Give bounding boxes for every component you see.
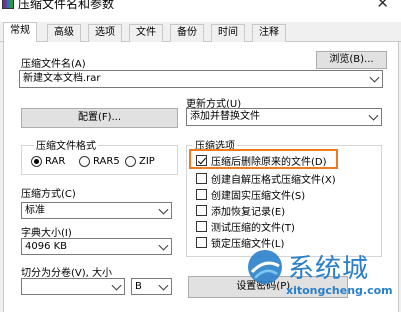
tab-general[interactable]: 常规 bbox=[3, 22, 37, 43]
watermark-name: 系统城 bbox=[288, 254, 370, 284]
chevron-down-icon[interactable] bbox=[158, 204, 169, 215]
tab-strip: 常规 高级 选项 文件 备份 时间 注释 bbox=[0, 22, 401, 43]
split-volumes-label: 切分为分卷(V), 大小 bbox=[21, 268, 113, 279]
tab-files[interactable]: 文件 bbox=[129, 24, 163, 42]
radio-zip[interactable]: ZIP bbox=[125, 156, 155, 167]
dictionary-size-label: 字典大小(I) bbox=[21, 228, 72, 239]
update-mode-select[interactable]: 添加并替换文件 bbox=[186, 108, 382, 126]
sfx-label: 创建自解压格式压缩文件(X) bbox=[211, 175, 336, 186]
archive-name-label: 压缩文件名(A) bbox=[21, 59, 86, 70]
radio-rar-indicator[interactable] bbox=[31, 156, 42, 167]
window-title: 压缩文件名和参数 bbox=[18, 0, 115, 11]
option-recovery[interactable]: 添加恢复记录(E) bbox=[196, 203, 285, 218]
chevron-down-icon[interactable] bbox=[111, 280, 122, 291]
watermark: 系统城 xitongcheng.com bbox=[246, 244, 398, 308]
tab-comment[interactable]: 注释 bbox=[252, 24, 286, 42]
tab-time[interactable]: 时间 bbox=[211, 24, 245, 42]
radio-zip-label: ZIP bbox=[139, 156, 155, 167]
compression-method-select[interactable]: 标准 bbox=[21, 202, 172, 219]
option-solid[interactable]: 创建固实压缩文件(S) bbox=[196, 187, 305, 202]
chevron-down-icon[interactable] bbox=[158, 280, 169, 291]
highlight-box bbox=[189, 149, 338, 169]
title-bar: 压缩文件名和参数 ✕ bbox=[0, 0, 401, 22]
chevron-down-icon[interactable] bbox=[369, 72, 380, 83]
radio-rar5-label: RAR5 bbox=[93, 156, 120, 167]
watermark-logo-icon bbox=[248, 250, 282, 284]
archive-name-input[interactable]: 新建文本文档.rar bbox=[19, 70, 383, 88]
test-label: 测试压缩的文件(T) bbox=[211, 223, 295, 234]
split-unit-select[interactable]: B bbox=[131, 278, 172, 295]
dictionary-size-value: 4096 KB bbox=[25, 241, 68, 252]
radio-rar[interactable]: RAR bbox=[31, 156, 65, 167]
chevron-down-icon[interactable] bbox=[158, 240, 169, 251]
recovery-checkbox[interactable] bbox=[196, 205, 207, 216]
radio-rar5[interactable]: RAR5 bbox=[79, 156, 120, 167]
radio-zip-indicator[interactable] bbox=[125, 156, 136, 167]
solid-checkbox[interactable] bbox=[196, 189, 207, 200]
test-checkbox[interactable] bbox=[196, 221, 207, 232]
option-test[interactable]: 测试压缩的文件(T) bbox=[196, 219, 295, 234]
browse-button[interactable]: 浏览(B)... bbox=[316, 51, 387, 69]
profiles-button[interactable]: 配置(F)... bbox=[21, 108, 178, 128]
compression-method-label: 压缩方式(C) bbox=[21, 189, 76, 200]
recovery-label: 添加恢复记录(E) bbox=[211, 207, 286, 218]
update-mode-value: 添加并替换文件 bbox=[190, 111, 260, 122]
close-icon[interactable]: ✕ bbox=[376, 0, 389, 12]
split-size-input[interactable] bbox=[21, 278, 125, 295]
sfx-checkbox[interactable] bbox=[196, 173, 207, 184]
tab-advanced[interactable]: 高级 bbox=[47, 24, 81, 42]
lock-checkbox[interactable] bbox=[196, 237, 207, 248]
radio-rar-label: RAR bbox=[45, 156, 66, 167]
tab-backup[interactable]: 备份 bbox=[170, 24, 204, 42]
winrar-icon bbox=[2, 0, 14, 9]
solid-label: 创建固实压缩文件(S) bbox=[211, 191, 306, 202]
tab-options[interactable]: 选项 bbox=[88, 24, 122, 42]
option-sfx[interactable]: 创建自解压格式压缩文件(X) bbox=[196, 171, 336, 186]
watermark-url: xitongcheng.com bbox=[286, 284, 393, 297]
split-unit-value: B bbox=[135, 281, 142, 292]
compression-method-value: 标准 bbox=[25, 205, 45, 216]
dictionary-size-select[interactable]: 4096 KB bbox=[21, 238, 172, 255]
chevron-down-icon[interactable] bbox=[368, 110, 379, 121]
archive-format-title: 压缩文件格式 bbox=[34, 137, 98, 152]
radio-rar5-indicator[interactable] bbox=[79, 156, 90, 167]
archive-name-value: 新建文本文档.rar bbox=[23, 73, 101, 84]
